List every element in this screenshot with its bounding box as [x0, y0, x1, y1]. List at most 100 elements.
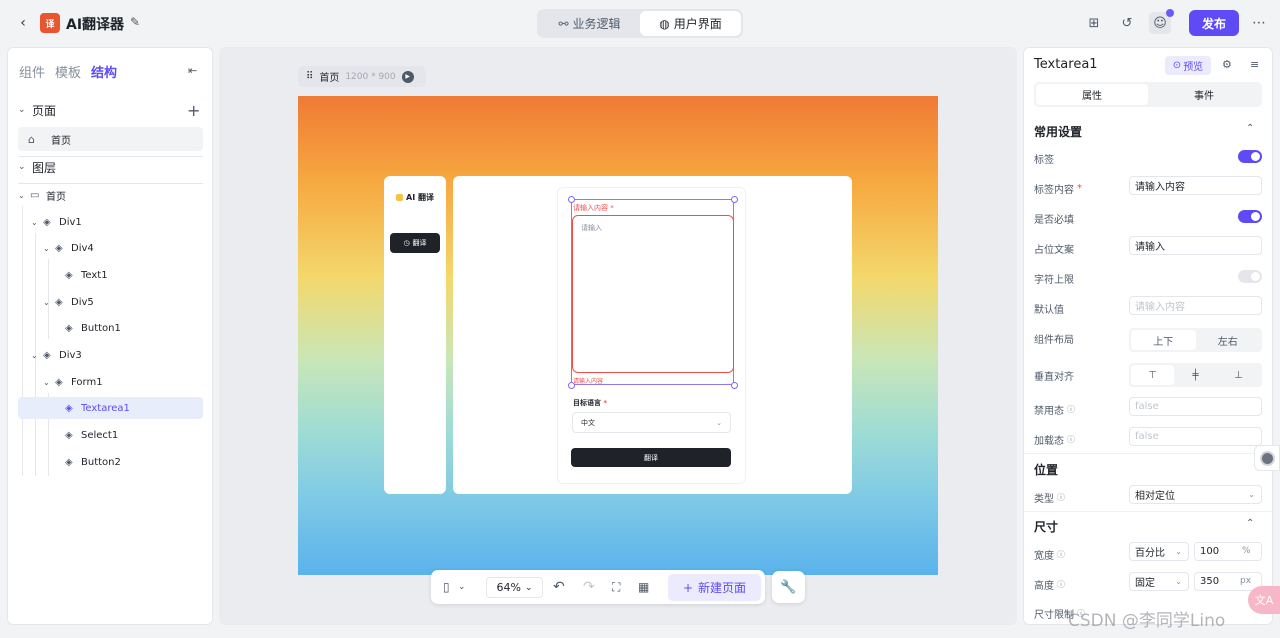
zoom-select[interactable]: 64% ⌄ — [486, 577, 543, 598]
chevron-down-icon: ⌄ — [716, 418, 722, 427]
chevron-down-icon: ⌄ — [43, 377, 50, 387]
chevron-down-icon: ⌄ — [18, 105, 26, 115]
height-mode-select[interactable]: 固定 ⌄ — [1129, 572, 1189, 591]
position-type-select[interactable]: 相对定位 ⌄ — [1129, 485, 1262, 504]
layers-icon: ◈ — [65, 402, 73, 414]
import-icon[interactable]: ⊞ — [1083, 12, 1105, 34]
tree-node-div4[interactable]: ⌄ ◈ Div4 — [43, 237, 203, 259]
row-label-content: 标签内容 * — [1034, 183, 1082, 196]
add-page-icon[interactable]: + — [187, 101, 200, 120]
top-bar: ‹ 译 AI翻译器 ✎ ⚯ 业务逻辑 ◍ 用户界面 ⊞ ↺ ☺ 发布 ⋯ — [0, 0, 1280, 46]
tab-properties[interactable]: 属性 — [1036, 84, 1148, 105]
chevron-down-icon: ⌄ — [1175, 547, 1182, 556]
tree-node-button1[interactable]: ◈ Button1 — [65, 317, 203, 339]
gear-icon[interactable]: ⚙ — [1222, 58, 1232, 71]
resize-handle[interactable] — [731, 382, 738, 389]
info-icon: ⓘ — [1057, 550, 1065, 559]
redo-icon[interactable]: ↷ — [583, 579, 595, 595]
history-icon[interactable]: ↺ — [1116, 12, 1138, 34]
tab-templates[interactable]: 模板 — [55, 62, 81, 81]
align-middle-icon[interactable]: ╪ — [1174, 365, 1217, 385]
divider — [1024, 511, 1272, 512]
max-length-toggle[interactable] — [1238, 270, 1262, 283]
fit-screen-icon[interactable]: ⛶ — [612, 580, 620, 595]
tree-node-div1[interactable]: ⌄ ◈ Div1 — [31, 211, 203, 233]
align-top-icon[interactable]: ⊤ — [1131, 365, 1174, 385]
pointer-icon[interactable]: ▯ — [443, 580, 450, 594]
plus-icon: + — [682, 580, 694, 595]
tree-node-home[interactable]: ⌄ ▭ 首页 — [18, 184, 203, 206]
preview-button[interactable]: ⊙ 预览 — [1165, 56, 1211, 75]
valign-segmented: ⊤ ╪ ⊥ — [1129, 363, 1262, 387]
chevron-down-icon: ⌄ — [18, 162, 26, 172]
grid-icon[interactable]: ▦ — [638, 580, 649, 594]
tree-node-div3[interactable]: ⌄ ◈ Div3 — [31, 344, 203, 366]
floating-assistant-button[interactable] — [1254, 445, 1280, 471]
tab-events[interactable]: 事件 — [1148, 84, 1260, 105]
app-title: AI翻译器 — [66, 17, 125, 33]
artboard-breadcrumb[interactable]: ⠿ 首页 1200 * 900 ▶ — [298, 66, 426, 87]
list-icon[interactable]: ≡ — [1250, 58, 1259, 71]
size-section-title: 尺寸 — [1034, 520, 1059, 534]
publish-button[interactable]: 发布 — [1189, 10, 1239, 36]
drag-handle-icon[interactable]: ⠿ — [306, 71, 313, 82]
new-page-button[interactable]: + 新建页面 — [668, 574, 761, 601]
preview-textarea[interactable] — [572, 215, 734, 373]
loading-input[interactable]: false — [1129, 427, 1262, 446]
preview-submit-button[interactable]: 翻译 — [571, 448, 731, 467]
tree-node-form1[interactable]: ⌄ ◈ Form1 — [43, 371, 203, 393]
edit-title-icon[interactable]: ✎ — [128, 15, 142, 29]
tab-user-interface[interactable]: ◍ 用户界面 — [640, 11, 741, 36]
resize-handle[interactable] — [731, 196, 738, 203]
row-vertical-align: 垂直对齐 — [1034, 372, 1074, 383]
tree-node-button2[interactable]: ◈ Button2 — [65, 451, 203, 473]
tab-structure[interactable]: 结构 — [91, 62, 117, 81]
preview-nav-button[interactable]: ◷ 翻译 — [390, 233, 440, 253]
layout-vertical-option[interactable]: 上下 — [1131, 330, 1196, 350]
translate-icon: ◷ — [403, 239, 410, 247]
chevron-up-icon[interactable]: ⌃ — [1246, 123, 1254, 134]
textarea-label: 请输入内容 * — [573, 204, 614, 212]
required-toggle[interactable] — [1238, 210, 1262, 223]
collapse-panel-icon[interactable]: ⇤ — [188, 64, 197, 77]
chevron-down-icon: ⌄ — [1248, 490, 1255, 499]
mode-tabs: ⚯ 业务逻辑 ◍ 用户界面 — [537, 9, 743, 38]
tab-business-logic[interactable]: ⚯ 业务逻辑 — [539, 11, 640, 36]
tree-node-select1[interactable]: ◈ Select1 — [65, 424, 203, 446]
height-unit: px — [1240, 576, 1252, 586]
wrench-icon[interactable]: 🔧 — [772, 571, 805, 603]
play-icon: ⊙ — [1172, 60, 1182, 71]
undo-icon[interactable]: ↶ — [553, 579, 565, 595]
back-icon[interactable]: ‹ — [14, 14, 32, 32]
page-item-home[interactable]: ⌂ 首页 — [18, 127, 203, 151]
width-input[interactable]: 100 — [1194, 542, 1262, 561]
chevron-down-icon[interactable]: ⌄ — [458, 582, 466, 592]
lang-select[interactable]: 中文 ⌄ — [572, 412, 731, 433]
play-icon[interactable]: ▶ — [401, 70, 414, 83]
placeholder-input[interactable]: 请输入 — [1129, 236, 1262, 255]
layout-horizontal-option[interactable]: 左右 — [1196, 330, 1261, 350]
tree-node-text1[interactable]: ◈ Text1 — [65, 264, 203, 286]
tab-components[interactable]: 组件 — [19, 62, 45, 81]
translate-widget-icon[interactable]: 文A — [1248, 586, 1280, 614]
label-content-input[interactable]: 请输入内容 — [1129, 176, 1262, 195]
default-value-input[interactable]: 请输入内容 — [1129, 296, 1262, 315]
align-bottom-icon[interactable]: ⊥ — [1217, 365, 1260, 385]
more-icon[interactable]: ⋯ — [1250, 13, 1268, 33]
disabled-input[interactable]: false — [1129, 397, 1262, 416]
screen-icon: ▭ — [30, 189, 40, 201]
pages-section-header[interactable]: ⌄ 页面 + — [8, 99, 214, 121]
height-input[interactable]: 350 — [1194, 572, 1262, 591]
layers-section-header[interactable]: ⌄ 图层 — [8, 156, 214, 178]
resize-handle[interactable] — [568, 196, 575, 203]
tree-node-div5[interactable]: ⌄ ◈ Div5 — [43, 291, 203, 313]
row-width: 宽度 ⓘ — [1034, 550, 1065, 562]
label-toggle[interactable] — [1238, 150, 1262, 163]
lang-label: 目标语言 * — [573, 399, 608, 407]
width-unit: % — [1242, 546, 1251, 556]
preview-sidebar[interactable] — [384, 176, 446, 494]
chevron-up-icon[interactable]: ⌃ — [1246, 518, 1254, 529]
width-mode-select[interactable]: 百分比 ⌄ — [1129, 542, 1189, 561]
tree-node-textarea1[interactable]: ◈ Textarea1 — [18, 397, 203, 419]
watermark: CSDN @李同学Lino — [1068, 611, 1226, 631]
